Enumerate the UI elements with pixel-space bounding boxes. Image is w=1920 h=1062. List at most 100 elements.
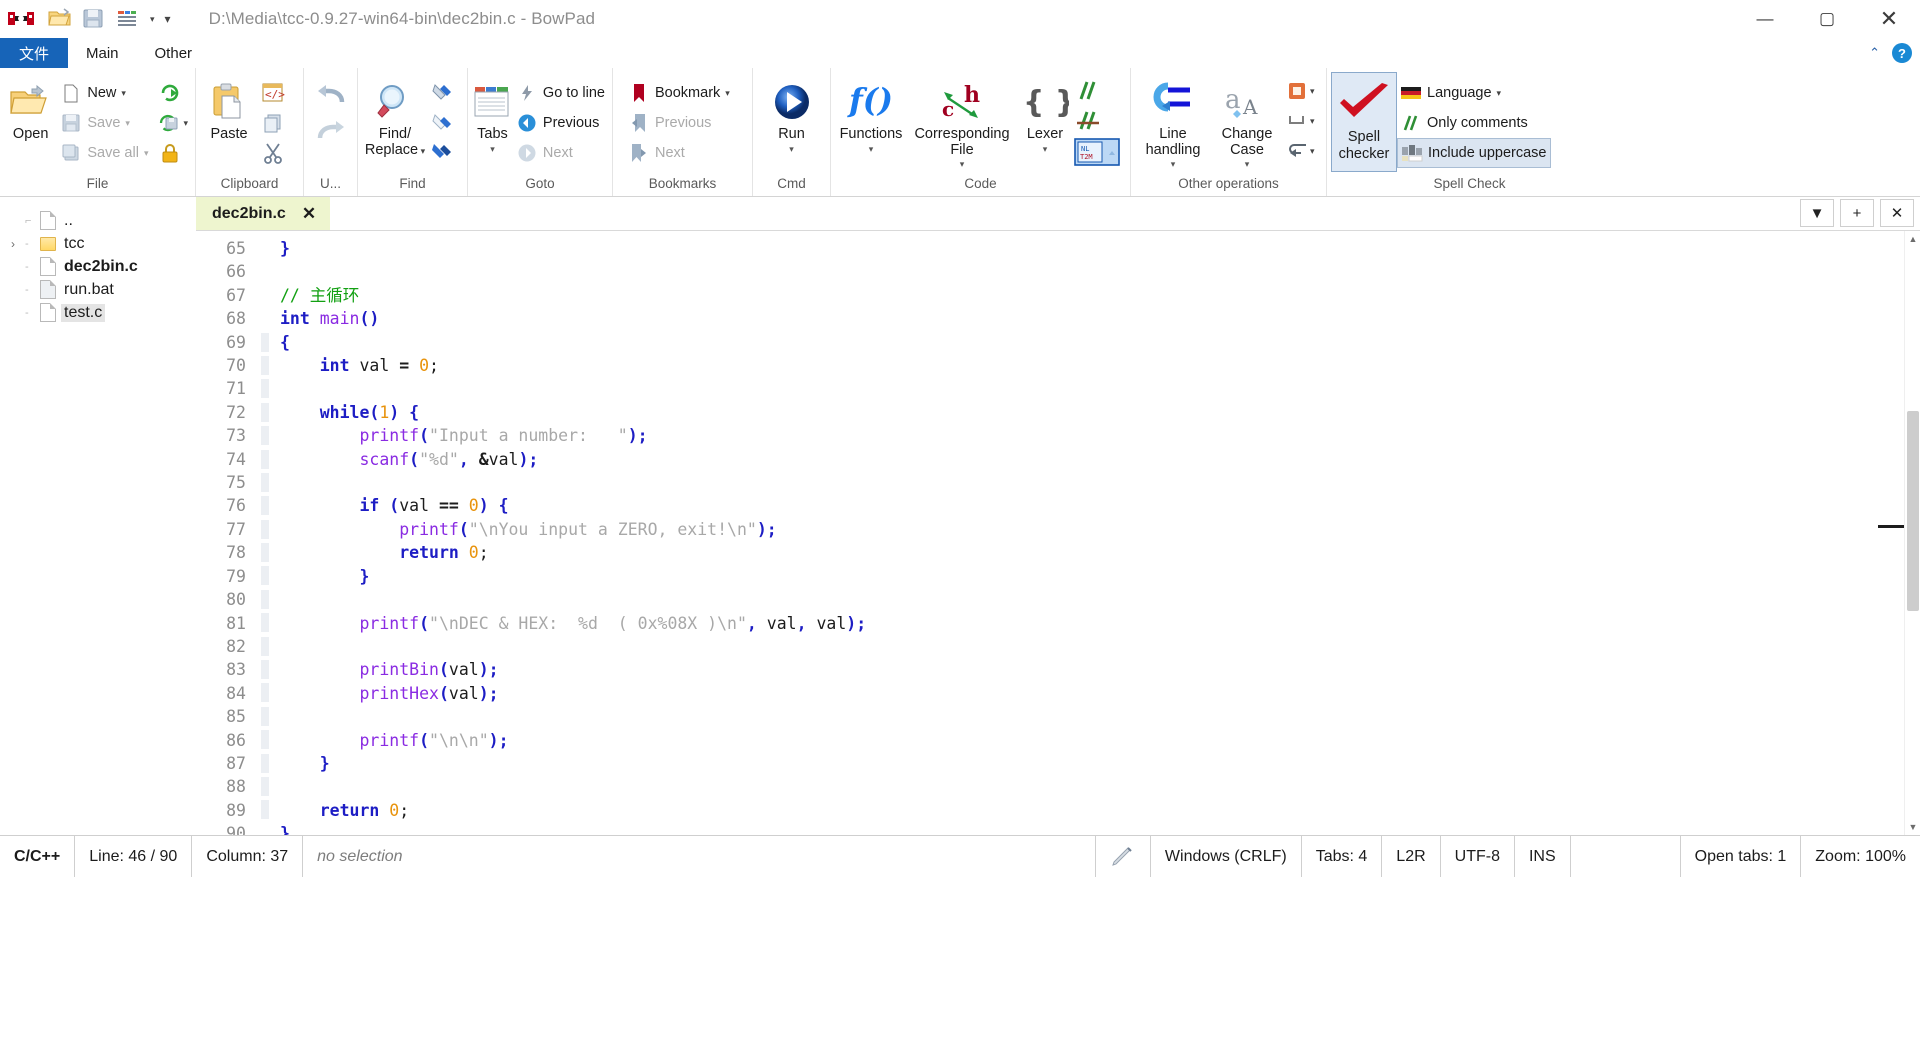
status-line[interactable]: Line: 46 / 90 [75, 836, 193, 877]
document-tab-dec2bin-c[interactable]: dec2bin.c ✕ [196, 197, 331, 230]
language-dropdown-icon[interactable]: ▾ [1497, 88, 1502, 98]
code-editor[interactable]: 65 66 67 68 69 70 71 72 73 74 75 76 77 78 79 80 … [196, 231, 1920, 835]
status-column[interactable]: Column: 37 [192, 836, 304, 877]
wrap-lines-dropdown-icon[interactable]: ▾ [1310, 146, 1315, 156]
change-case-dropdown-icon[interactable]: ▾ [1245, 159, 1250, 170]
tree-item-tcc[interactable]: › - tcc [0, 232, 195, 255]
tree-expander[interactable]: › [6, 237, 20, 251]
open-button[interactable]: Open [4, 74, 57, 143]
tab-main[interactable]: Main [68, 38, 137, 68]
vertical-scrollbar[interactable]: ▲ ▼ [1904, 231, 1920, 835]
status-zoom[interactable]: Zoom: 100% [1801, 836, 1920, 877]
insert-color-dropdown-icon[interactable]: ▾ [1310, 86, 1315, 96]
find-replace-button[interactable]: Find/ Replace ▾ [362, 74, 428, 158]
close-button[interactable]: ✕ [1858, 0, 1920, 38]
functions-dropdown-icon[interactable]: ▾ [869, 144, 874, 155]
open-icon[interactable] [48, 7, 72, 31]
status-direction[interactable]: L2R [1382, 836, 1441, 877]
lexer-dropdown-icon[interactable]: ▾ [1043, 144, 1048, 155]
status-tabs[interactable]: Tabs: 4 [1302, 836, 1383, 877]
find-all-icon[interactable] [428, 138, 458, 168]
scroll-up-icon[interactable]: ▲ [1905, 231, 1920, 247]
close-tab-button[interactable]: ✕ [1880, 199, 1914, 227]
language-button[interactable]: Language ▾ [1397, 78, 1551, 108]
help-icon[interactable]: ? [1892, 43, 1912, 63]
uncomment-line-icon[interactable] [1073, 106, 1103, 136]
line-handling-dropdown-icon[interactable]: ▾ [1171, 159, 1176, 170]
include-uppercase-button[interactable]: Include uppercase [1397, 138, 1551, 168]
tree-item-test-c[interactable]: - test.c [0, 301, 195, 324]
find-previous-icon[interactable] [428, 78, 458, 108]
line-handling-button[interactable]: Line handling ▾ [1135, 74, 1211, 170]
bookmark-next-button[interactable]: Next [625, 138, 733, 168]
redo-icon[interactable] [311, 114, 351, 150]
status-eol[interactable]: Windows (CRLF) [1151, 836, 1302, 877]
tab-list-button[interactable]: ▼ [1800, 199, 1834, 227]
tree-item-dec2bin-c[interactable]: - dec2bin.c [0, 255, 195, 278]
save-as-button[interactable]: ▾ [155, 108, 191, 138]
save-as-dropdown-icon[interactable]: ▾ [183, 118, 188, 128]
goto-previous-button[interactable]: Previous [513, 108, 608, 138]
whitespace-dropdown-icon[interactable]: ▾ [1310, 116, 1315, 126]
find-replace-dropdown-icon[interactable]: ▾ [418, 146, 426, 156]
copy-html-icon[interactable]: </> [258, 78, 288, 108]
quick-access-dropdown[interactable]: ▾ [150, 14, 155, 24]
tree-item-parent-dir[interactable]: ⌐ .. [0, 209, 195, 232]
status-insert-mode[interactable]: INS [1515, 836, 1571, 877]
bookmark-previous-button[interactable]: Previous [625, 108, 733, 138]
run-button[interactable]: Run ▾ [761, 74, 823, 155]
save-dropdown-icon[interactable]: ▾ [125, 118, 130, 128]
status-encoding[interactable]: UTF-8 [1441, 836, 1515, 877]
collapse-ribbon-icon[interactable]: ⌃ [1869, 45, 1880, 61]
code-text[interactable]: } // 主循环 int main() { int val = 0; while… [272, 231, 1920, 835]
run-dropdown-icon[interactable]: ▾ [789, 144, 794, 155]
new-dropdown-icon[interactable]: ▾ [121, 88, 126, 98]
bookmark-dropdown-icon[interactable]: ▾ [725, 88, 730, 98]
functions-button[interactable]: f() Functions ▾ [835, 74, 907, 155]
find-next-icon[interactable] [428, 108, 458, 138]
scrollbar-thumb[interactable] [1907, 411, 1919, 611]
customize-dropdown[interactable]: ▾ [165, 13, 171, 25]
paste-button[interactable]: Paste [200, 74, 258, 143]
maximize-button[interactable]: ▢ [1796, 0, 1858, 38]
close-icon[interactable]: ✕ [302, 204, 316, 224]
file-tree-sidebar[interactable]: ⌐ .. › - tcc - dec2bin.c - run.bat - tes… [0, 197, 196, 835]
status-pen[interactable] [1096, 836, 1151, 877]
fold-margin[interactable] [258, 231, 272, 835]
cut-icon[interactable] [258, 138, 288, 168]
tabs-dropdown-icon[interactable]: ▾ [490, 144, 495, 155]
lexer-button[interactable]: { } Lexer ▾ [1017, 74, 1073, 155]
tab-other[interactable]: Other [137, 38, 211, 68]
bookmark-button[interactable]: Bookmark ▾ [625, 78, 733, 108]
tree-item-run-bat[interactable]: - run.bat [0, 278, 195, 301]
readonly-lock-icon[interactable] [155, 138, 185, 168]
corresponding-file-button[interactable]: c h Corresponding File ▾ [907, 74, 1017, 170]
insert-color-button[interactable]: ▾ [1283, 76, 1318, 106]
comment-line-icon[interactable] [1073, 76, 1103, 106]
save-all-button[interactable]: Save all ▾ [57, 138, 151, 168]
save-button[interactable]: Save ▾ [57, 108, 151, 138]
tab-file[interactable]: 文件 [0, 38, 68, 68]
new-tab-button[interactable]: + [1840, 199, 1874, 227]
only-comments-button[interactable]: Only comments [1397, 108, 1551, 138]
tabs-button[interactable]: Tabs ▾ [472, 74, 513, 155]
change-case-button[interactable]: a A Change Case ▾ [1211, 74, 1283, 170]
save-icon[interactable] [82, 7, 106, 31]
corresponding-file-dropdown-icon[interactable]: ▾ [960, 159, 965, 170]
scroll-down-icon[interactable]: ▼ [1905, 819, 1920, 835]
select-lexer-icon[interactable]: NL T2M [1073, 136, 1123, 168]
copy-icon[interactable] [258, 108, 288, 138]
list-icon[interactable] [116, 7, 140, 31]
whitespace-button[interactable]: ▾ [1283, 106, 1318, 136]
spell-checker-button[interactable]: Spell checker [1331, 72, 1397, 172]
minimize-button[interactable]: — [1734, 0, 1796, 38]
save-all-dropdown-icon[interactable]: ▾ [144, 148, 149, 158]
goto-next-button[interactable]: Next [513, 138, 608, 168]
wrap-lines-button[interactable]: ▾ [1283, 136, 1318, 166]
goto-line-button[interactable]: Go to line [513, 78, 608, 108]
status-open-tabs[interactable]: Open tabs: 1 [1681, 836, 1802, 877]
new-button[interactable]: New ▾ [57, 78, 151, 108]
status-language[interactable]: C/C++ [0, 836, 76, 877]
undo-icon[interactable] [311, 78, 351, 114]
reload-icon[interactable] [155, 78, 185, 108]
